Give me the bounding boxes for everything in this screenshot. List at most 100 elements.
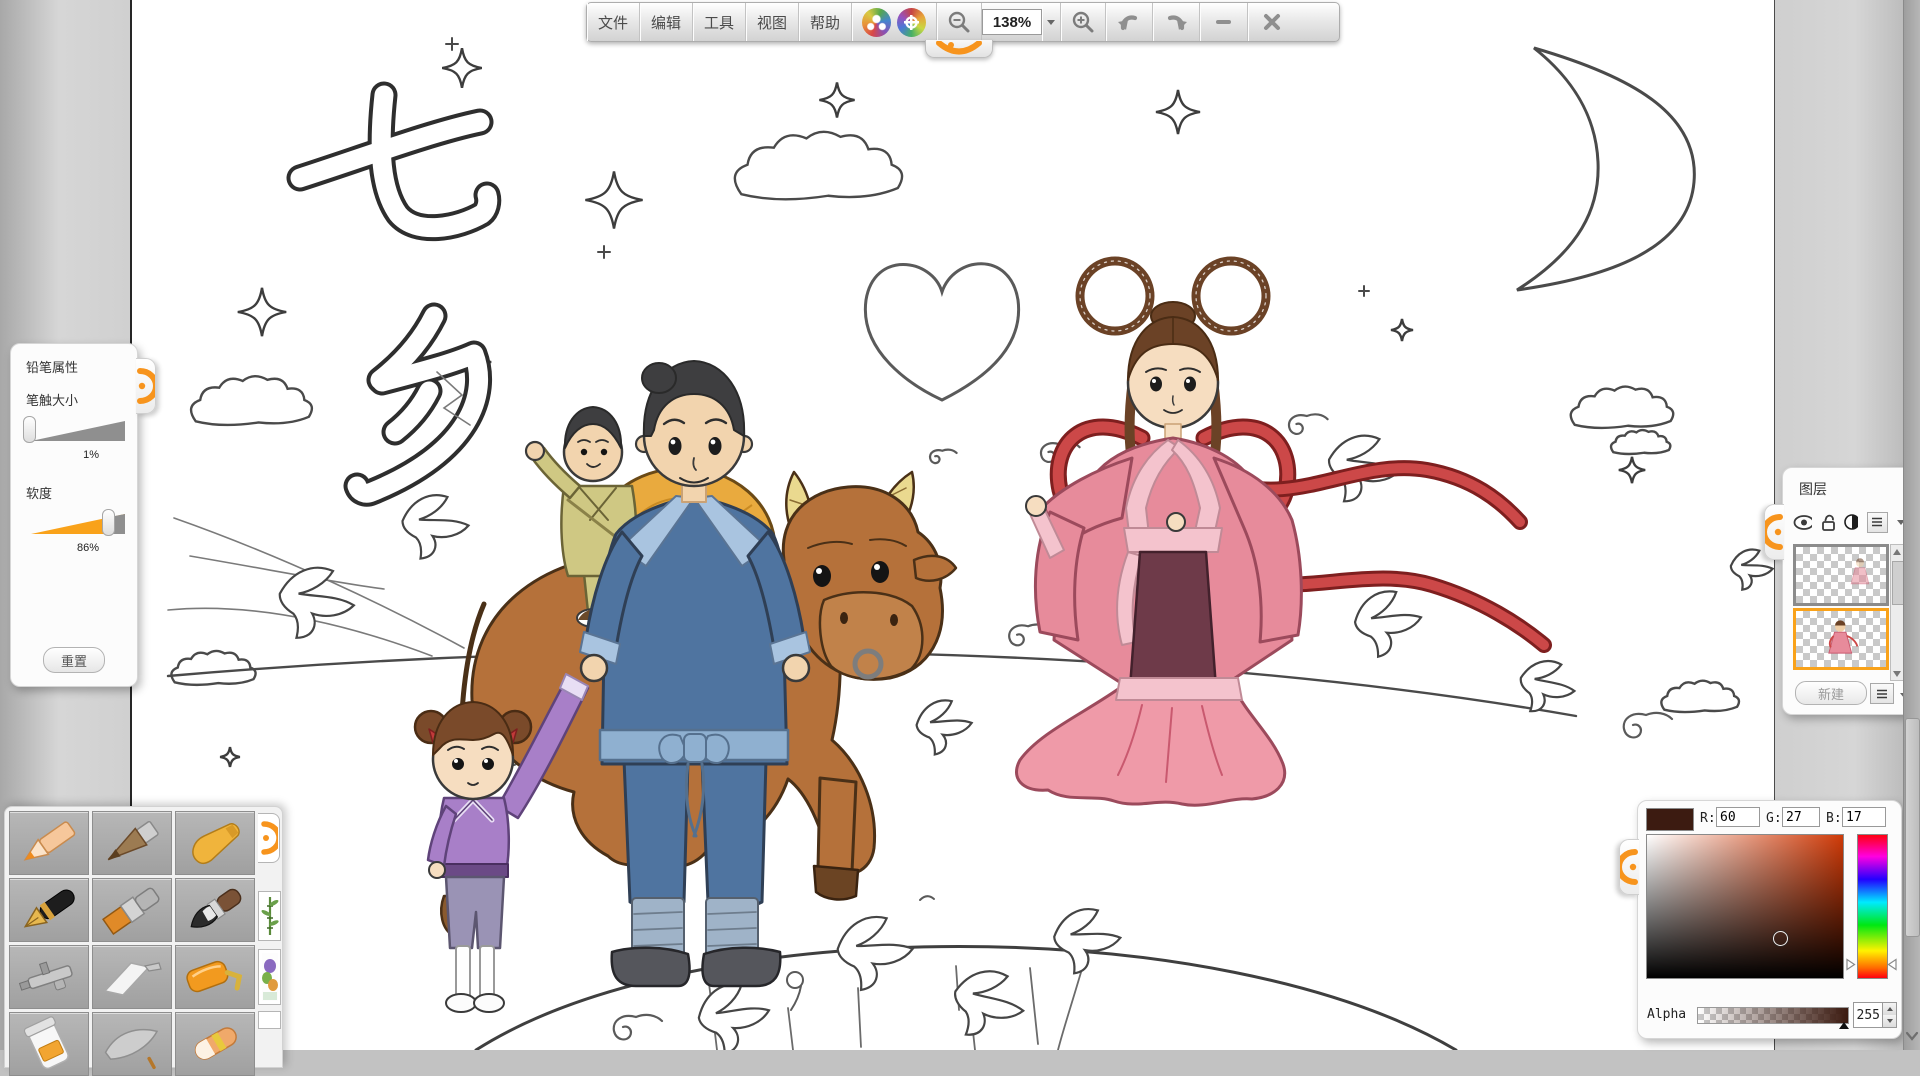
qixi-artwork: [132, 0, 1775, 1050]
scroll-down-button[interactable]: [1891, 667, 1903, 680]
close-button[interactable]: [1248, 3, 1295, 41]
palette-side-strip: [258, 811, 280, 1063]
alpha-up-button[interactable]: [1883, 1003, 1896, 1015]
artwork-weaver-girl: [1016, 261, 1544, 805]
tool-crayon[interactable]: [175, 811, 255, 875]
green-input[interactable]: [1782, 807, 1820, 827]
color-panel-collapse-tab[interactable]: [1619, 839, 1639, 895]
magnifier-plus-icon: [1071, 10, 1095, 34]
saturation-value-box[interactable]: [1646, 834, 1844, 979]
color-wheel-icon[interactable]: [897, 8, 926, 37]
bamboo-icon: [261, 894, 279, 938]
sv-cursor[interactable]: [1773, 931, 1788, 946]
reset-button[interactable]: 重置: [43, 647, 105, 673]
menu-help[interactable]: 帮助: [799, 3, 852, 41]
green-label: G:: [1766, 811, 1782, 826]
brush-size-label: 笔触大小: [11, 376, 137, 409]
palette-collapse-tab[interactable]: [258, 813, 280, 863]
menu-view[interactable]: 视图: [746, 3, 799, 41]
bamboo-texture-thumbnail[interactable]: [258, 891, 281, 941]
current-color-swatch: [1646, 808, 1694, 831]
hue-strip[interactable]: [1857, 834, 1888, 979]
color-picker-panel: R: G: B: Alpha 255: [1637, 800, 1902, 1039]
picture-texture-thumbnail[interactable]: [258, 949, 281, 1005]
main-toolbar: 文件 编辑 工具 视图 帮助 138%: [586, 2, 1340, 42]
layer1-thumbnail: [1796, 547, 1886, 603]
pencil-properties-panel: 铅笔属性 笔触大小 1% 软度 86% 重置: [10, 343, 138, 687]
undo-button[interactable]: [1106, 3, 1153, 41]
scrollbar-down-chevron[interactable]: [1904, 1030, 1920, 1044]
orange-grip-icon: [929, 41, 989, 57]
toolbar-collapse-tab[interactable]: [925, 40, 993, 58]
artwork-girl: [415, 674, 588, 1012]
softness-label: 软度: [11, 461, 137, 502]
color-icons-group: [852, 3, 937, 41]
tool-airbrush[interactable]: [9, 945, 89, 1009]
layers-panel-collapse-tab[interactable]: [1764, 504, 1784, 560]
zoom-dropdown[interactable]: [1042, 3, 1060, 41]
visibility-eye-icon[interactable]: [1793, 515, 1812, 530]
softness-handle[interactable]: [102, 509, 115, 536]
blue-input[interactable]: [1842, 807, 1886, 827]
alpha-marker[interactable]: [1839, 1022, 1849, 1029]
brush-size-value: 1%: [11, 443, 137, 461]
pencil-panel-collapse-tab[interactable]: [136, 358, 156, 414]
menu-file[interactable]: 文件: [587, 3, 640, 41]
opacity-icon[interactable]: [1844, 514, 1858, 530]
heart-outline: [865, 264, 1018, 400]
tool-fountain-pen[interactable]: [9, 878, 89, 942]
softness-value: 86%: [11, 536, 137, 554]
color-figure-icon[interactable]: [862, 8, 891, 37]
brush-size-slider[interactable]: [23, 416, 125, 443]
layer-row-1[interactable]: [1793, 544, 1889, 606]
undo-arrow-icon: [1116, 11, 1142, 33]
crescent-moon: [1517, 48, 1694, 290]
menu-edit[interactable]: 编辑: [640, 3, 693, 41]
strip-extra-tab[interactable]: [258, 1011, 281, 1029]
tool-ink-brush[interactable]: [175, 878, 255, 942]
tool-charcoal-pencil[interactable]: [92, 811, 172, 875]
unlock-icon[interactable]: [1821, 514, 1834, 531]
zoom-level-display[interactable]: 138%: [982, 9, 1042, 35]
brush-size-handle[interactable]: [23, 416, 36, 443]
new-layer-button[interactable]: 新建: [1795, 681, 1867, 705]
alpha-slider[interactable]: [1697, 1007, 1849, 1024]
zoom-out-button[interactable]: [937, 3, 982, 41]
redo-button[interactable]: [1153, 3, 1200, 41]
tool-paint-roller[interactable]: [175, 945, 255, 1009]
softness-slider[interactable]: [23, 509, 125, 536]
orange-arc-icon: [1620, 840, 1639, 894]
tools-palette: [4, 806, 283, 1068]
alpha-down-button[interactable]: [1883, 1015, 1896, 1027]
tool-paint-tube[interactable]: [9, 1012, 89, 1076]
close-x-icon: [1263, 13, 1281, 31]
zoom-in-button[interactable]: [1060, 3, 1106, 41]
red-label: R:: [1700, 811, 1716, 826]
alpha-spinner[interactable]: 255: [1853, 1002, 1897, 1028]
red-input[interactable]: [1716, 807, 1760, 827]
menu-tools[interactable]: 工具: [693, 3, 746, 41]
orange-arc-icon: [1765, 505, 1784, 559]
redo-arrow-icon: [1163, 11, 1189, 33]
tool-eraser[interactable]: [175, 1012, 255, 1076]
layer-menu-icon[interactable]: [1870, 683, 1894, 704]
tool-palette-knife[interactable]: [92, 945, 172, 1009]
layer-list-icon[interactable]: [1867, 512, 1888, 533]
minimize-button[interactable]: [1200, 3, 1248, 41]
tool-blender[interactable]: [92, 1012, 172, 1076]
alpha-value: 255: [1854, 1003, 1882, 1027]
picture-icon: [261, 952, 279, 1002]
orange-arc-icon: [136, 359, 155, 413]
scroll-up-button[interactable]: [1891, 545, 1903, 558]
tool-pencil[interactable]: [9, 811, 89, 875]
layer-row-2-active[interactable]: [1793, 608, 1889, 670]
orange-arc-icon: [260, 814, 278, 862]
hue-marker-right[interactable]: [1887, 958, 1897, 971]
hue-marker-left[interactable]: [1846, 958, 1856, 971]
chevron-down-icon: [1047, 20, 1055, 25]
window-scrollbar-thumb[interactable]: [1905, 718, 1920, 937]
tool-flat-brush[interactable]: [92, 878, 172, 942]
layers-panel: 图层: [1782, 467, 1917, 715]
drawing-canvas[interactable]: [130, 0, 1775, 1050]
blue-label: B:: [1826, 811, 1842, 826]
